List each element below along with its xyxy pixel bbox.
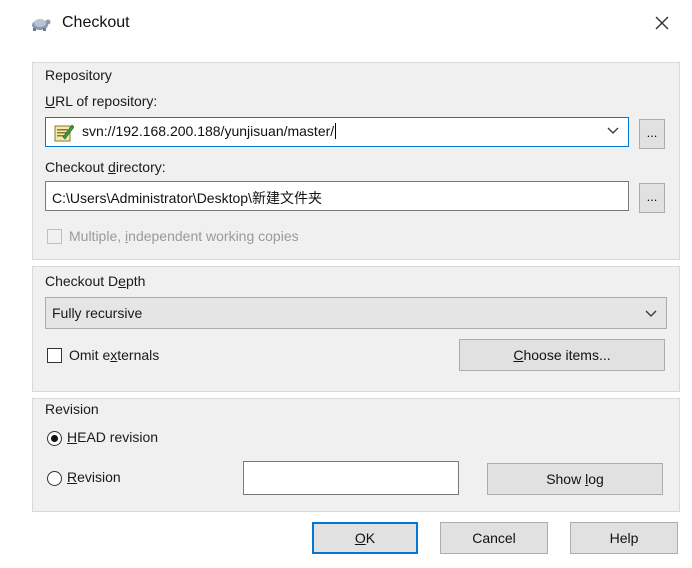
- depth-selected-value: Fully recursive: [52, 305, 143, 321]
- revision-group-title: Revision: [45, 401, 99, 417]
- svn-repo-edit-icon: [54, 124, 74, 142]
- omit-externals-checkbox[interactable]: [47, 348, 62, 363]
- url-label-text: RL of repository:: [55, 93, 158, 109]
- tortoise-svn-icon: [32, 19, 51, 31]
- checkout-directory-value[interactable]: C:\Users\Administrator\Desktop\新建文件夹: [52, 188, 322, 208]
- url-combobox[interactable]: svn://192.168.200.188/yunjisuan/master/: [45, 117, 629, 147]
- repository-group: Repository URL of repository: svn://192.…: [32, 62, 680, 260]
- show-log-button[interactable]: Show log: [487, 463, 663, 495]
- checkout-directory-label: Checkout directory:: [45, 159, 166, 175]
- ok-button[interactable]: OK: [312, 522, 418, 554]
- repository-group-title: Repository: [45, 67, 112, 83]
- choose-items-button[interactable]: Choose items...: [459, 339, 665, 371]
- multiple-copies-checkbox[interactable]: [47, 229, 62, 244]
- checkout-depth-group: Checkout Depth Fully recursive Omit exte…: [32, 266, 680, 392]
- chevron-down-icon[interactable]: [644, 306, 658, 320]
- head-revision-label: HEAD revision: [67, 429, 159, 445]
- help-button[interactable]: Help: [570, 522, 678, 554]
- omit-externals-label: Omit externals: [69, 347, 160, 363]
- cancel-button[interactable]: Cancel: [440, 522, 548, 554]
- url-label: URL of repository:: [45, 93, 158, 109]
- close-button[interactable]: [648, 10, 676, 36]
- browse-url-button[interactable]: ...: [639, 119, 665, 149]
- browse-directory-button[interactable]: ...: [639, 183, 665, 213]
- revision-label: Revision: [67, 469, 121, 485]
- revision-number-input[interactable]: [243, 461, 459, 495]
- head-revision-radio[interactable]: [47, 431, 62, 446]
- url-value[interactable]: svn://192.168.200.188/yunjisuan/master/: [82, 123, 337, 139]
- title-bar: Checkout: [8, 0, 688, 48]
- multiple-copies-label: Multiple, independent working copies: [69, 228, 299, 244]
- revision-radio[interactable]: [47, 471, 62, 486]
- checkout-directory-input[interactable]: C:\Users\Administrator\Desktop\新建文件夹: [45, 181, 629, 211]
- dialog-title: Checkout: [62, 14, 130, 31]
- revision-group: Revision HEAD revision Revision Show log: [32, 398, 680, 512]
- depth-select[interactable]: Fully recursive: [45, 297, 667, 329]
- checkout-depth-title: Checkout Depth: [45, 273, 146, 289]
- close-icon: [655, 16, 669, 30]
- chevron-down-icon[interactable]: [606, 123, 620, 137]
- checkout-dialog: Checkout Repository URL of repository: s…: [8, 0, 688, 568]
